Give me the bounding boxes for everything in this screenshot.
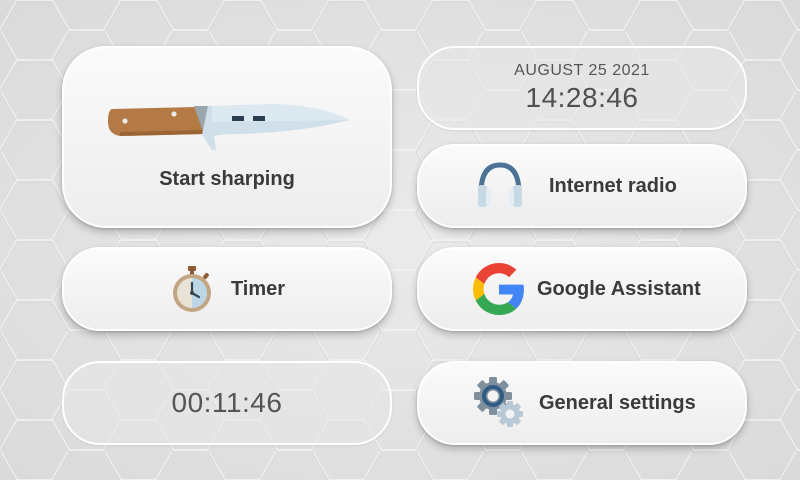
gears-icon: [474, 377, 523, 427]
google-logo-icon: [473, 263, 524, 315]
general-settings-button[interactable]: General settings: [417, 361, 747, 445]
timer-label: Timer: [230, 277, 286, 300]
internet-radio-label: Internet radio: [549, 174, 677, 197]
current-time: 14:28:46: [525, 82, 639, 113]
knife-icon: [108, 103, 350, 150]
date-time-display: AUGUST 25 2021 14:28:46: [417, 46, 747, 130]
timer-countdown-display: 00:11:46: [62, 361, 392, 445]
timer-button[interactable]: Timer: [62, 247, 392, 331]
google-assistant-button[interactable]: Google Assistant: [417, 247, 747, 331]
start-sharpening-label: Start sharping: [159, 167, 295, 190]
general-settings-label: General settings: [539, 391, 696, 414]
current-date: AUGUST 25 2021: [514, 62, 650, 79]
countdown-value: 00:11:46: [171, 387, 283, 418]
headphones-icon: [478, 162, 522, 207]
internet-radio-button[interactable]: Internet radio: [417, 144, 747, 228]
google-assistant-label: Google Assistant: [537, 277, 701, 300]
start-sharpening-button[interactable]: Start sharping: [62, 46, 392, 228]
stopwatch-icon: [172, 266, 211, 312]
